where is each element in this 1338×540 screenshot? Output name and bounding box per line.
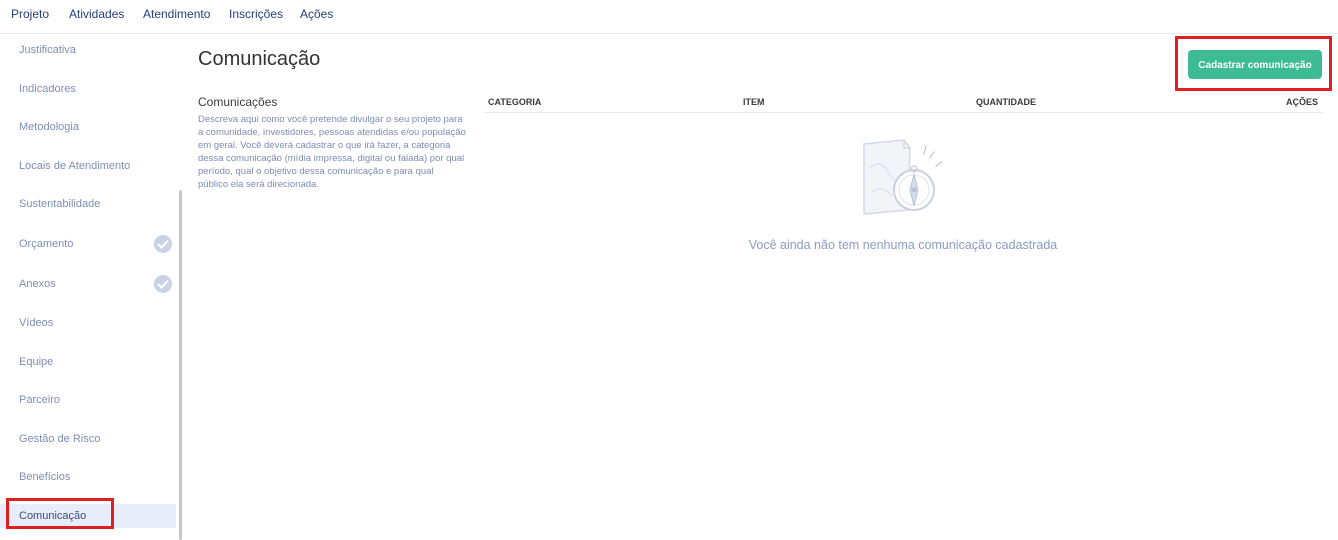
compass-map-icon [858,138,948,223]
column-header-item: ITEM [743,97,765,107]
column-header-quantidade: QUANTIDADE [976,97,1036,107]
nav-atividades[interactable]: Atividades [69,7,124,21]
highlight-box-sidebar [6,498,114,529]
nav-acoes[interactable]: Ações [300,7,333,21]
sidebar-scrollbar[interactable] [179,190,182,540]
column-header-categoria: CATEGORIA [488,97,542,107]
sidebar-item-videos[interactable]: Vídeos [0,311,176,335]
check-icon [154,275,172,293]
sidebar-item-metodologia[interactable]: Metodologia [0,115,176,139]
nav-atendimento[interactable]: Atendimento [143,7,210,21]
sidebar-item-orcamento[interactable]: Orçamento [0,232,176,256]
check-icon [154,235,172,253]
nav-projeto[interactable]: Projeto [11,7,49,21]
table-header: CATEGORIA ITEM QUANTIDADE AÇÕES [485,96,1323,113]
sidebar-item-indicadores[interactable]: Indicadores [0,77,176,101]
sidebar-item-beneficios[interactable]: Benefícios [0,465,176,489]
nav-inscricoes[interactable]: Inscrições [229,7,283,21]
sidebar-item-gestao-de-risco[interactable]: Gestão de Risco [0,427,176,451]
sidebar: Justificativa Indicadores Metodologia Lo… [0,35,182,540]
column-header-acoes: AÇÕES [1285,97,1318,107]
section-description: Descreva aqui como você pretende divulga… [198,114,466,190]
page-title: Comunicação [198,48,321,70]
empty-state-message: Você ainda não tem nenhuma comunicação c… [748,238,1058,252]
sidebar-item-equipe[interactable]: Equipe [0,350,176,374]
sidebar-item-sustentabilidade[interactable]: Sustentabilidade [0,192,176,216]
sidebar-item-locais-de-atendimento[interactable]: Locais de Atendimento [0,154,176,178]
sidebar-item-anexos[interactable]: Anexos [0,272,176,296]
top-navigation: Projeto Atividades Atendimento Inscriçõe… [0,0,1338,34]
sidebar-item-parceiro[interactable]: Parceiro [0,388,176,412]
section-title: Comunicações [198,95,278,109]
add-communication-button[interactable]: Cadastrar comunicação [1188,50,1322,79]
sidebar-item-justificativa[interactable]: Justificativa [0,38,176,62]
